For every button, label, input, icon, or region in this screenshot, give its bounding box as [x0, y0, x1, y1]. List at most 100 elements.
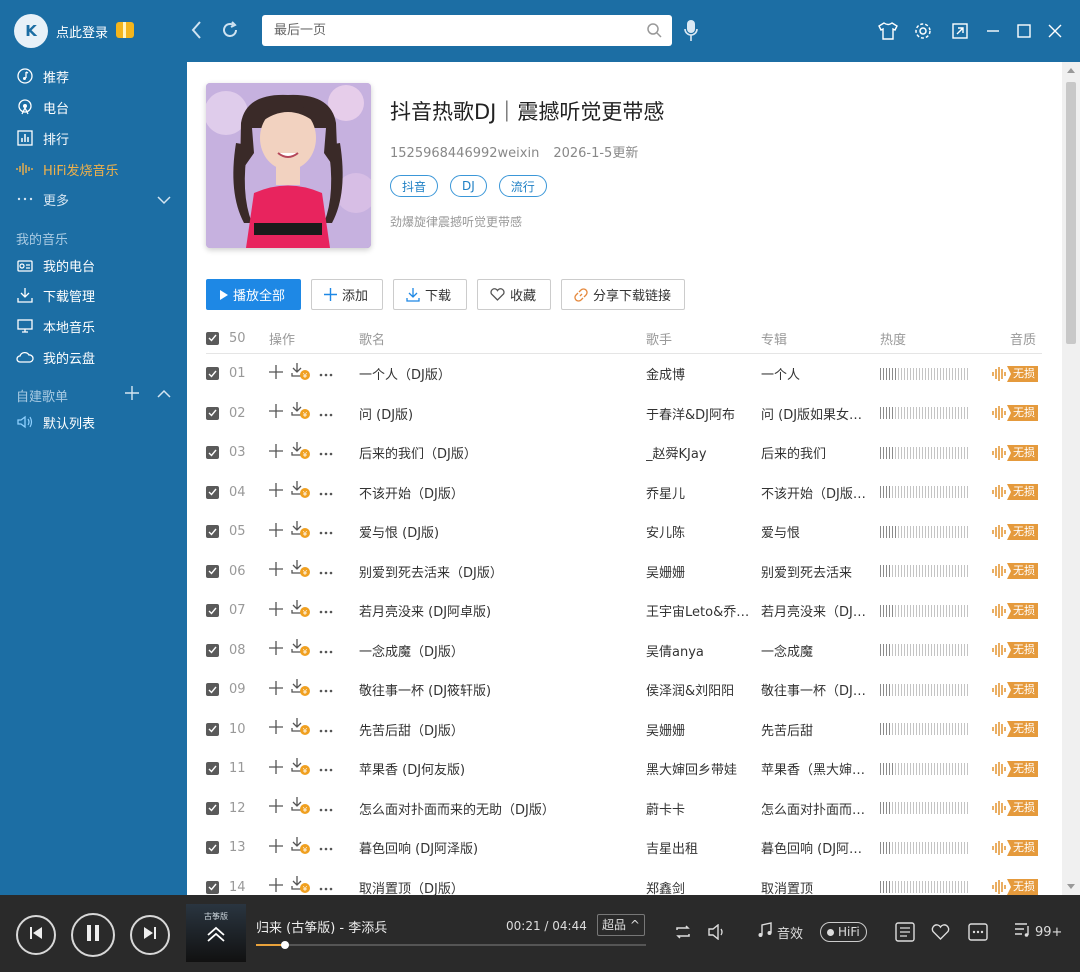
sidebar-item-default-list[interactable]: 默认列表 [16, 411, 95, 433]
progress-bar[interactable] [256, 941, 646, 949]
header-album[interactable]: 专辑 [761, 322, 841, 354]
quality-badge[interactable]: 无损 [992, 354, 1044, 394]
table-row[interactable]: 12 ¥ 怎么面对扑面而来的无助（DJ版） 蔚卡卡 怎么面对扑面而… 无损 [206, 789, 1042, 829]
quality-badge[interactable]: 无损 [992, 789, 1044, 829]
header-artist[interactable]: 歌手 [646, 322, 726, 354]
quality-badge[interactable]: 无损 [992, 749, 1044, 789]
add-playlist-icon[interactable] [124, 385, 140, 405]
download-vip-icon[interactable]: ¥ [291, 362, 311, 385]
more-dots-icon[interactable] [319, 445, 333, 460]
volume-icon[interactable] [708, 922, 726, 942]
table-row[interactable]: 07 ¥ 若月亮没来 (DJ阿卓版) 王宇宙Leto&乔… 若月亮没来（DJ… 无损 [206, 591, 1042, 631]
add-to-list-icon[interactable] [269, 443, 283, 462]
quality-badge[interactable]: 无损 [992, 670, 1044, 710]
table-row[interactable]: 10 ¥ 先苦后甜（DJ版） 吴姗姗 先苦后甜 无损 [206, 710, 1042, 750]
song-artist[interactable]: 王宇宙Leto&乔… [646, 591, 751, 631]
song-name[interactable]: 后来的我们（DJ版） [359, 433, 634, 473]
row-checkbox[interactable]: 09 [206, 670, 256, 710]
quality-badge[interactable]: 无损 [992, 631, 1044, 671]
quality-badge[interactable]: 无损 [992, 433, 1044, 473]
song-album[interactable]: 问 (DJ版如果女… [761, 394, 871, 434]
add-to-list-icon[interactable] [269, 878, 283, 895]
gear-icon[interactable] [912, 20, 934, 42]
more-dots-icon[interactable] [319, 880, 333, 895]
more-dots-icon[interactable] [319, 603, 333, 618]
download-vip-icon[interactable]: ¥ [291, 560, 311, 582]
table-row[interactable]: 11 ¥ 苹果香 (DJ何友版) 黑大婶回乡带娃 苹果香（黑大婶… 无损 [206, 749, 1042, 789]
download-vip-icon[interactable]: ¥ [291, 481, 311, 503]
sidebar-item-download[interactable]: 下载管理 [16, 284, 95, 306]
table-row[interactable]: 14 ¥ 取消置顶（DJ版） 郑鑫剑 取消置顶 无损 [206, 868, 1044, 895]
quality-badge[interactable]: 无损 [992, 868, 1044, 895]
song-name[interactable]: 爱与恨 (DJ版) [359, 512, 634, 552]
add-to-list-icon[interactable] [269, 483, 283, 501]
minimize-icon[interactable] [982, 20, 1004, 42]
row-checkbox[interactable]: 02 [206, 394, 256, 434]
row-checkbox[interactable]: 12 [206, 789, 256, 829]
song-name[interactable]: 问 (DJ版) [359, 394, 634, 434]
tag-chip[interactable]: DJ [450, 175, 487, 197]
quality-badge[interactable]: 无损 [992, 473, 1044, 513]
search-input[interactable] [262, 15, 622, 46]
song-artist[interactable]: 吉星出租 [646, 828, 751, 868]
more-dots-icon[interactable] [319, 682, 333, 697]
song-name[interactable]: 敬往事一杯 (DJ筱轩版) [359, 670, 634, 710]
table-row[interactable]: 02 ¥ 问 (DJ版) 于春洋&DJ阿布问 (DJ版如果女… 无损 [206, 394, 1042, 434]
progress-knob[interactable] [280, 941, 289, 949]
song-album[interactable]: 暮色回响 (DJ阿… [761, 828, 871, 868]
pause-button[interactable] [71, 913, 115, 957]
song-name[interactable]: 暮色回响 (DJ阿泽版) [359, 828, 634, 868]
microphone-icon[interactable] [682, 18, 700, 44]
mini-mode-icon[interactable] [949, 20, 971, 42]
download-vip-icon[interactable]: ¥ [291, 718, 311, 740]
table-row[interactable]: 08 ¥ 一念成魔（DJ版） 吴倩anya 一念成魔 无损 [206, 631, 1042, 671]
skin-shirt-icon[interactable] [877, 20, 899, 42]
table-row[interactable]: 05 ¥ 爱与恨 (DJ版) 安儿陈 爱与恨 无损 [206, 512, 1042, 552]
heart-icon[interactable] [931, 922, 950, 942]
tag-chip[interactable]: 抖音 [390, 175, 439, 197]
login-link[interactable]: 点此登录 [56, 22, 108, 41]
sidebar-item-more[interactable]: 更多 [16, 188, 69, 210]
tag-chip[interactable]: 流行 [498, 175, 547, 197]
quality-badge[interactable]: 无损 [992, 591, 1044, 631]
quality-selector[interactable]: 超品 ^ [597, 914, 645, 936]
sidebar-item-local[interactable]: 本地音乐 [16, 315, 95, 337]
table-row[interactable]: 09 ¥ 敬往事一杯 (DJ筱轩版) 侯泽润&刘阳阳 敬往事一杯（DJ… 无损 [206, 670, 1042, 710]
song-artist[interactable]: 吴姗姗 [646, 710, 751, 750]
table-row[interactable]: 03 ¥ 后来的我们（DJ版） _赵舜KJay 后来的我们 无损 [206, 433, 1042, 473]
download-vip-icon[interactable]: ¥ [291, 520, 311, 543]
add-to-list-icon[interactable] [269, 641, 283, 659]
sidebar-item-my-radio[interactable]: 我的电台 [16, 254, 95, 276]
song-album[interactable]: 敬往事一杯（DJ… [761, 670, 871, 710]
row-checkbox[interactable]: 01 [206, 354, 256, 394]
song-album[interactable]: 一念成魔 [761, 631, 871, 671]
song-artist[interactable]: 吴倩anya [646, 631, 751, 671]
row-checkbox[interactable]: 05 [206, 512, 256, 552]
more-dots-icon[interactable] [319, 524, 333, 539]
more-dots-icon[interactable] [319, 722, 333, 737]
share-link-button[interactable]: 分享下载链接 [561, 279, 685, 310]
download-vip-icon[interactable]: ¥ [291, 639, 311, 661]
song-name[interactable]: 不该开始（DJ版） [359, 473, 634, 513]
download-vip-icon[interactable]: ¥ [291, 757, 311, 780]
more-dots-icon[interactable] [319, 801, 333, 816]
more-dots-icon[interactable] [319, 485, 333, 500]
add-to-list-icon[interactable] [269, 364, 283, 383]
row-checkbox[interactable]: 07 [206, 591, 256, 631]
add-to-list-icon[interactable] [269, 759, 283, 778]
song-album[interactable]: 后来的我们 [761, 433, 871, 473]
sidebar-item-recommend[interactable]: 推荐 [16, 65, 69, 87]
add-to-list-icon[interactable] [269, 720, 283, 738]
add-to-list-icon[interactable] [269, 562, 283, 580]
add-to-list-icon[interactable] [269, 601, 283, 620]
song-album[interactable]: 别爱到死去活来 [761, 552, 871, 592]
download-vip-icon[interactable]: ¥ [291, 599, 311, 622]
next-button[interactable] [130, 915, 170, 955]
more-dots-icon[interactable] [319, 564, 333, 579]
sidebar-item-cloud[interactable]: 我的云盘 [16, 346, 95, 368]
song-album[interactable]: 取消置顶 [761, 868, 871, 895]
table-row[interactable]: 04 ¥ 不该开始（DJ版） 乔星儿 不该开始（DJ版… 无损 [206, 473, 1042, 513]
add-to-list-icon[interactable] [269, 838, 283, 857]
song-name[interactable]: 怎么面对扑面而来的无助（DJ版） [359, 789, 634, 829]
chevron-down-icon[interactable] [156, 192, 172, 208]
